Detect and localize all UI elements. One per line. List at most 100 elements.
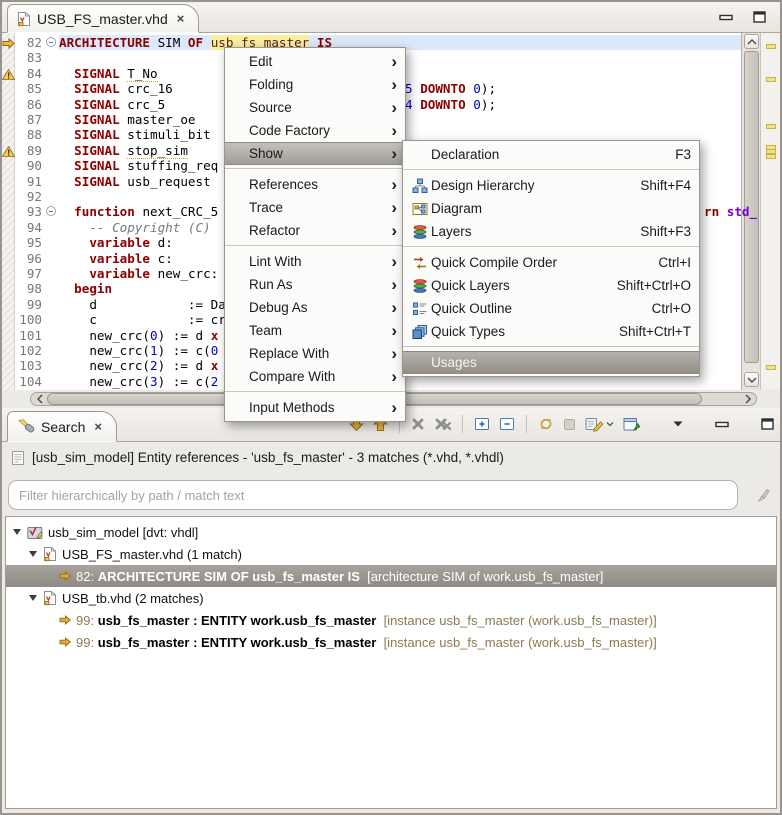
menu-item-label: Diagram	[431, 201, 483, 216]
menu-item-design-hierarchy[interactable]: Design Hierarchy Shift+F4	[403, 174, 699, 197]
pin-search-view-button[interactable]	[623, 417, 641, 432]
maximize-icon[interactable]	[753, 11, 766, 23]
menu-item-quick-types[interactable]: Quick Types Shift+Ctrl+T	[403, 320, 699, 343]
menu-item-debug-as[interactable]: Debug As ›	[225, 296, 405, 319]
expand-all-button[interactable]	[474, 417, 490, 431]
fold-collapse-icon[interactable]	[46, 37, 56, 47]
code-fragment-line-86: 4 DOWNTO 0);	[405, 96, 497, 112]
collapse-all-button[interactable]	[499, 417, 515, 431]
filter-input[interactable]	[8, 480, 738, 510]
match-context: [instance usb_fs_master (work.usb_fs_mas…	[376, 612, 657, 628]
menu-shortcut: F3	[675, 147, 691, 162]
menu-item-compare-with[interactable]: Compare With ›	[225, 365, 405, 388]
menu-item-diagram[interactable]: Diagram	[403, 197, 699, 220]
expander-icon[interactable]	[12, 526, 25, 538]
submenu-arrow-icon: ›	[391, 144, 397, 163]
line-number: 87	[26, 112, 42, 127]
warning-icon	[2, 68, 16, 83]
menu-shortcut: Shift+Ctrl+O	[616, 278, 691, 293]
menu-item-declaration[interactable]: Declaration F3	[403, 143, 699, 166]
toolbar-separator	[526, 415, 527, 433]
scroll-left-icon[interactable]	[32, 393, 47, 405]
menu-item-references[interactable]: References ›	[225, 173, 405, 196]
tree-file-usb-fs-master[interactable]: USB_FS_master.vhd (1 match)	[6, 543, 776, 565]
menu-item-replace-with[interactable]: Replace With ›	[225, 342, 405, 365]
minimize-button[interactable]	[715, 421, 729, 428]
menu-item-trace[interactable]: Trace ›	[225, 196, 405, 219]
tab-search[interactable]: Search ×	[7, 411, 117, 442]
remove-all-matches-button[interactable]	[434, 417, 451, 431]
menu-item-quick-layers[interactable]: Quick Layers Shift+Ctrl+O	[403, 274, 699, 297]
menu-item-run-as[interactable]: Run As ›	[225, 273, 405, 296]
run-current-search-again-button[interactable]	[538, 416, 554, 432]
tree-item-label: USB_tb.vhd (2 matches)	[62, 590, 204, 606]
maximize-button[interactable]	[761, 418, 774, 430]
match-line-number: 99:	[76, 612, 98, 628]
menu-item-input-methods[interactable]: Input Methods ›	[225, 396, 405, 419]
match-context: [architecture SIM of work.usb_fs_master]	[359, 568, 604, 584]
menu-item-folding[interactable]: Folding ›	[225, 73, 405, 96]
editor-window-controls	[719, 11, 766, 23]
fold-collapse-icon[interactable]	[46, 206, 56, 217]
submenu-arrow-icon: ›	[391, 275, 397, 294]
tree-match-99-2[interactable]: 99: usb_fs_master : ENTITY work.usb_fs_m…	[6, 631, 776, 653]
minimize-icon[interactable]	[719, 14, 733, 21]
scroll-up-icon[interactable]	[744, 34, 759, 49]
menu-item-layers[interactable]: Layers Shift+F3	[403, 220, 699, 243]
previous-search-results-button[interactable]	[585, 416, 614, 432]
line-number: 98	[26, 281, 42, 297]
code-fragment-line-93: rn std_	[704, 204, 758, 220]
scroll-down-icon[interactable]	[744, 372, 759, 387]
view-menu-button[interactable]	[673, 421, 683, 427]
tree-project-usb-sim-model[interactable]: usb_sim_model [dvt: vhdl]	[6, 521, 776, 543]
search-results-tree[interactable]: usb_sim_model [dvt: vhdl] USB_FS_master.v…	[5, 516, 777, 809]
expander-icon[interactable]	[28, 592, 41, 604]
tree-item-label: USB_FS_master.vhd (1 match)	[62, 546, 242, 562]
tab-usb-fs-master[interactable]: USB_FS_master.vhd ×	[7, 4, 200, 33]
menu-item-code-factory[interactable]: Code Factory ›	[225, 119, 405, 142]
tab-close-icon[interactable]: ×	[177, 11, 185, 26]
match-text: usb_fs_master : ENTITY work.usb_fs_maste…	[97, 612, 377, 628]
menu-separator	[403, 246, 699, 248]
ruler-warning-mark	[766, 154, 776, 159]
submenu-arrow-icon: ›	[391, 75, 397, 94]
submenu-arrow-icon: ›	[391, 367, 397, 386]
line-number: 92	[26, 189, 42, 204]
menu-item-edit[interactable]: Edit ›	[225, 50, 405, 73]
menu-item-label: Team	[249, 323, 283, 338]
submenu-arrow-icon: ›	[391, 398, 397, 417]
line-number: 91	[26, 173, 42, 189]
menu-item-refactor[interactable]: Refactor ›	[225, 219, 405, 242]
vhdl-file-icon	[43, 546, 57, 562]
ruler-warning-mark	[766, 124, 776, 129]
search-tab-close-icon[interactable]: ×	[94, 419, 102, 434]
tree-file-usb-tb[interactable]: USB_tb.vhd (2 matches)	[6, 587, 776, 609]
tree-match-82[interactable]: 82: ARCHITECTURE SIM OF usb_fs_master IS…	[6, 565, 776, 587]
ruler-warning-mark	[766, 365, 776, 370]
menu-item-show[interactable]: Show ›	[225, 142, 405, 165]
filter-row	[8, 480, 774, 510]
menu-item-usages[interactable]: Usages	[403, 351, 699, 374]
submenu-arrow-icon: ›	[391, 198, 397, 217]
line-number: 104	[19, 373, 42, 389]
expander-icon[interactable]	[28, 548, 41, 560]
compile-order-icon	[409, 255, 431, 271]
menu-item-lint-with[interactable]: Lint With ›	[225, 250, 405, 273]
remove-selected-matches-button[interactable]	[411, 417, 425, 431]
tree-match-99-1[interactable]: 99: usb_fs_master : ENTITY work.usb_fs_m…	[6, 609, 776, 631]
ide-window: USB_FS_master.vhd × 82 83 84 85 86 87 88 89 90 91…	[0, 0, 782, 815]
menu-item-quick-outline[interactable]: Quick Outline Ctrl+O	[403, 297, 699, 320]
menu-item-label: Input Methods	[249, 400, 335, 415]
menu-item-label: Compare With	[249, 369, 336, 384]
match-arrow-icon	[59, 571, 71, 581]
match-text: usb_fs_master : ENTITY work.usb_fs_maste…	[97, 634, 377, 650]
menu-item-label: Run As	[249, 277, 293, 292]
scroll-right-icon[interactable]	[740, 393, 755, 405]
cancel-current-search-button[interactable]	[563, 418, 576, 431]
menu-item-source[interactable]: Source ›	[225, 96, 405, 119]
filter-clear-icon[interactable]	[756, 488, 770, 502]
menu-item-team[interactable]: Team ›	[225, 319, 405, 342]
line-number: 102	[19, 343, 42, 358]
menu-item-quick-compile-order[interactable]: Quick Compile Order Ctrl+I	[403, 251, 699, 274]
